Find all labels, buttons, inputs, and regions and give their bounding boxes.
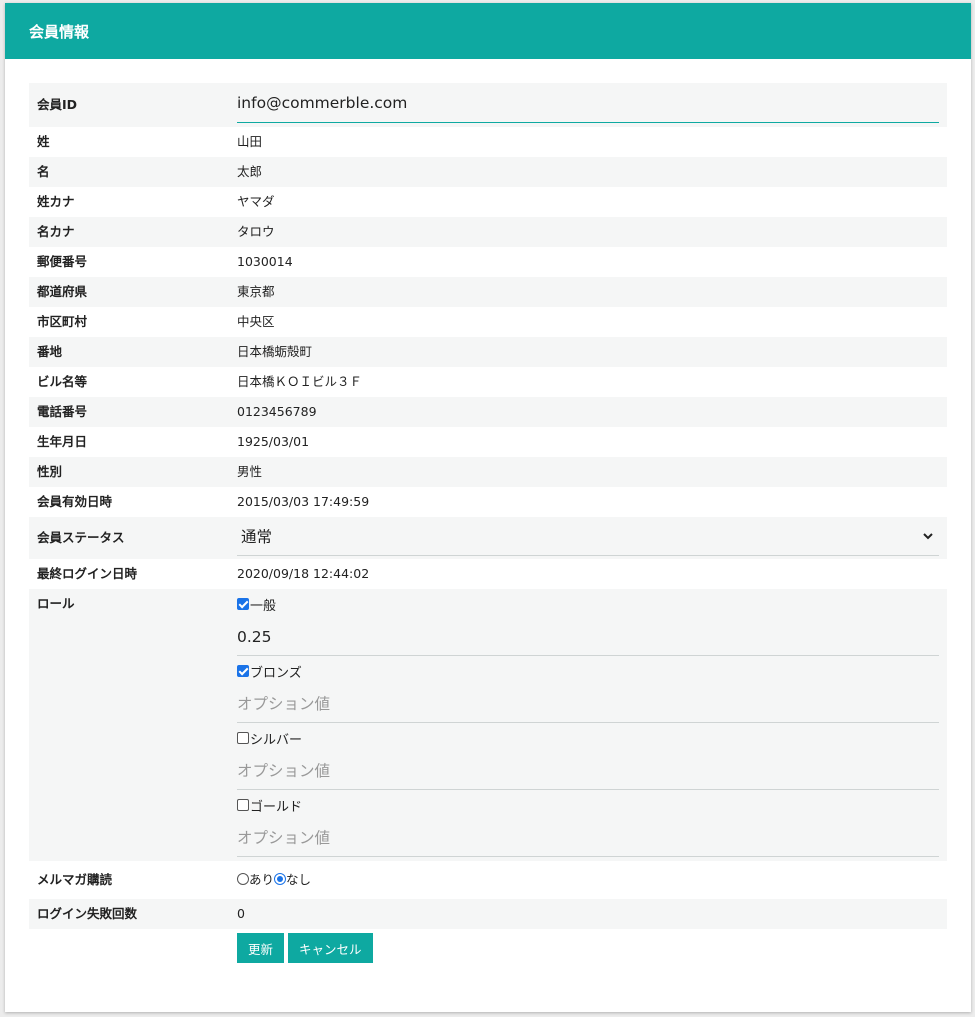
- role-option-gold[interactable]: ゴールド: [237, 791, 939, 819]
- row-address: 番地 日本橋蛎殻町: [29, 337, 947, 367]
- row-first-name-kana: 名カナ タロウ: [29, 217, 947, 247]
- row-newsletter: メルマガ購読 あり なし: [29, 861, 947, 899]
- login-failures-label: ログイン失敗回数: [37, 906, 138, 921]
- row-gender: 性別 男性: [29, 457, 947, 487]
- row-last-name: 姓 山田: [29, 127, 947, 157]
- member-id-input[interactable]: [237, 83, 939, 123]
- last-name-kana-label: 姓カナ: [37, 194, 75, 209]
- valid-datetime-value: 2015/03/03 17:49:59: [237, 494, 370, 509]
- building-label: ビル名等: [37, 374, 88, 389]
- birthdate-label: 生年月日: [37, 434, 88, 449]
- address-label: 番地: [37, 344, 63, 359]
- newsletter-yes-radio[interactable]: [237, 873, 249, 885]
- role-option-bronze[interactable]: ブロンズ: [237, 657, 939, 685]
- role-option-general[interactable]: 一般: [237, 590, 939, 618]
- phone-value: 0123456789: [237, 404, 317, 419]
- gender-value: 男性: [237, 464, 263, 479]
- first-name-kana-value: タロウ: [237, 224, 275, 239]
- newsletter-label: メルマガ購読: [37, 872, 113, 887]
- first-name-kana-label: 名カナ: [37, 224, 75, 239]
- role-bronze-checkbox[interactable]: [237, 665, 249, 677]
- row-status: 会員ステータス 通常: [29, 517, 947, 559]
- row-last-login: 最終ログイン日時 2020/09/18 12:44:02: [29, 559, 947, 589]
- row-member-id: 会員ID: [29, 83, 947, 127]
- row-prefecture: 都道府県 東京都: [29, 277, 947, 307]
- address-value: 日本橋蛎殻町: [237, 344, 313, 359]
- birthdate-value: 1925/03/01: [237, 434, 310, 449]
- city-value: 中央区: [237, 314, 275, 329]
- role-silver-label: シルバー: [250, 732, 303, 748]
- city-label: 市区町村: [37, 314, 88, 329]
- postal-code-label: 郵便番号: [37, 254, 88, 269]
- role-bronze-value-input[interactable]: [237, 685, 939, 723]
- member-info-card: 会員情報 会員ID 姓 山田 名 太郎 姓カナ ヤマダ 名カナ タロウ 郵便番号…: [5, 3, 971, 1012]
- first-name-value: 太郎: [237, 164, 263, 179]
- role-silver-value-input[interactable]: [237, 752, 939, 790]
- status-selected-value: 通常: [241, 528, 273, 546]
- row-postal-code: 郵便番号 1030014: [29, 247, 947, 277]
- row-city: 市区町村 中央区: [29, 307, 947, 337]
- first-name-label: 名: [37, 164, 50, 179]
- valid-datetime-label: 会員有効日時: [37, 494, 113, 509]
- status-label: 会員ステータス: [37, 530, 125, 545]
- row-role: ロール 一般 ブロンズ シルバー: [29, 589, 947, 861]
- role-gold-value-input[interactable]: [237, 819, 939, 857]
- role-label: ロール: [37, 596, 75, 611]
- row-login-failures: ログイン失敗回数 0: [29, 899, 947, 929]
- prefecture-label: 都道府県: [37, 284, 88, 299]
- chevron-down-icon: [923, 533, 933, 540]
- prefecture-value: 東京都: [237, 284, 275, 299]
- newsletter-no-label: なし: [286, 872, 312, 887]
- last-name-value: 山田: [237, 134, 263, 149]
- building-value: 日本橋ＫＯＩビル３Ｆ: [237, 374, 363, 389]
- phone-label: 電話番号: [37, 404, 88, 419]
- status-select[interactable]: 通常: [237, 517, 939, 556]
- role-general-checkbox[interactable]: [237, 598, 249, 610]
- row-first-name: 名 太郎: [29, 157, 947, 187]
- newsletter-yes-label: あり: [249, 872, 275, 887]
- role-general-label: 一般: [250, 598, 277, 614]
- row-building: ビル名等 日本橋ＫＯＩビル３Ｆ: [29, 367, 947, 397]
- form-actions: 更新 キャンセル: [237, 933, 947, 963]
- member-form: 会員ID 姓 山田 名 太郎 姓カナ ヤマダ 名カナ タロウ 郵便番号 1030…: [29, 83, 947, 963]
- postal-code-value: 1030014: [237, 254, 293, 269]
- cancel-button[interactable]: キャンセル: [288, 933, 373, 963]
- member-id-label: 会員ID: [37, 97, 78, 112]
- role-silver-checkbox[interactable]: [237, 732, 249, 744]
- newsletter-no-radio[interactable]: [274, 873, 287, 885]
- role-option-silver[interactable]: シルバー: [237, 724, 939, 752]
- row-valid-datetime: 会員有効日時 2015/03/03 17:49:59: [29, 487, 947, 517]
- role-gold-checkbox[interactable]: [237, 799, 249, 811]
- role-gold-label: ゴールド: [250, 799, 303, 815]
- row-birthdate: 生年月日 1925/03/01: [29, 427, 947, 457]
- last-name-kana-value: ヤマダ: [237, 194, 275, 209]
- update-button[interactable]: 更新: [237, 933, 285, 963]
- page-title: 会員情報: [5, 3, 971, 59]
- row-last-name-kana: 姓カナ ヤマダ: [29, 187, 947, 217]
- gender-label: 性別: [37, 464, 63, 479]
- last-name-label: 姓: [37, 134, 50, 149]
- role-bronze-label: ブロンズ: [250, 665, 302, 681]
- login-failures-value: 0: [237, 906, 245, 921]
- last-login-value: 2020/09/18 12:44:02: [237, 566, 370, 581]
- role-general-value-input[interactable]: [237, 618, 939, 656]
- last-login-label: 最終ログイン日時: [37, 566, 138, 581]
- row-phone: 電話番号 0123456789: [29, 397, 947, 427]
